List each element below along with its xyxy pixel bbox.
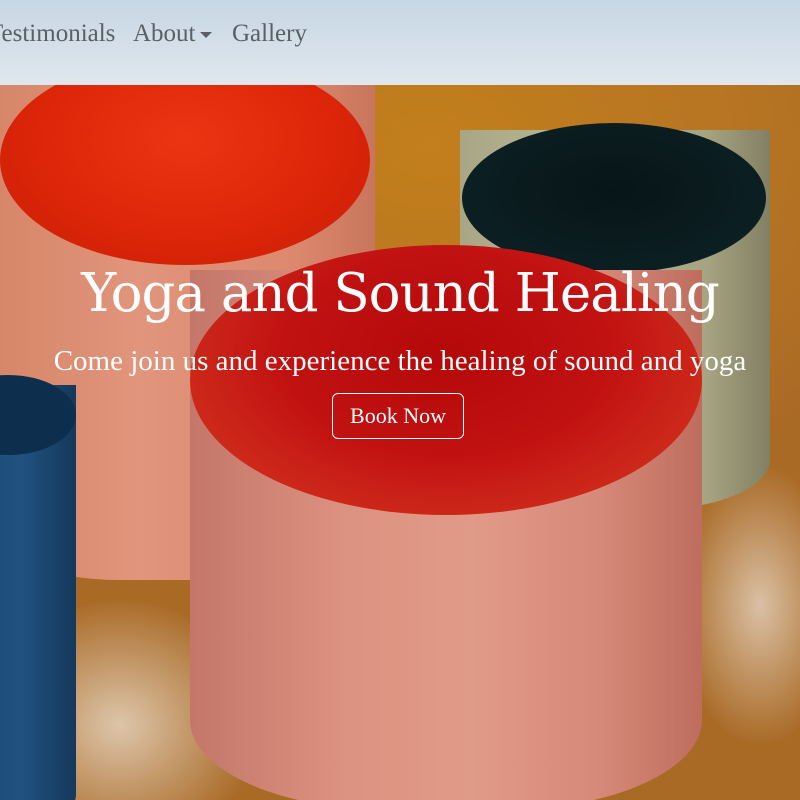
hero-overlay	[0, 85, 800, 800]
hero-section: Yoga and Sound Healing Come join us and …	[0, 85, 800, 800]
nav-link-testimonials[interactable]: Testimonials	[0, 18, 115, 50]
navbar: Testimonials About Gallery	[0, 0, 800, 85]
nav-link-gallery[interactable]: Gallery	[232, 18, 307, 50]
hero-subtitle: Come join us and experience the healing …	[53, 345, 747, 377]
nav-link-about[interactable]: About	[133, 18, 212, 50]
caret-down-icon	[199, 32, 212, 39]
hero-title: Yoga and Sound Healing	[81, 263, 720, 324]
book-now-button[interactable]: Book Now	[332, 393, 464, 439]
nav-link-about-label: About	[133, 20, 196, 47]
